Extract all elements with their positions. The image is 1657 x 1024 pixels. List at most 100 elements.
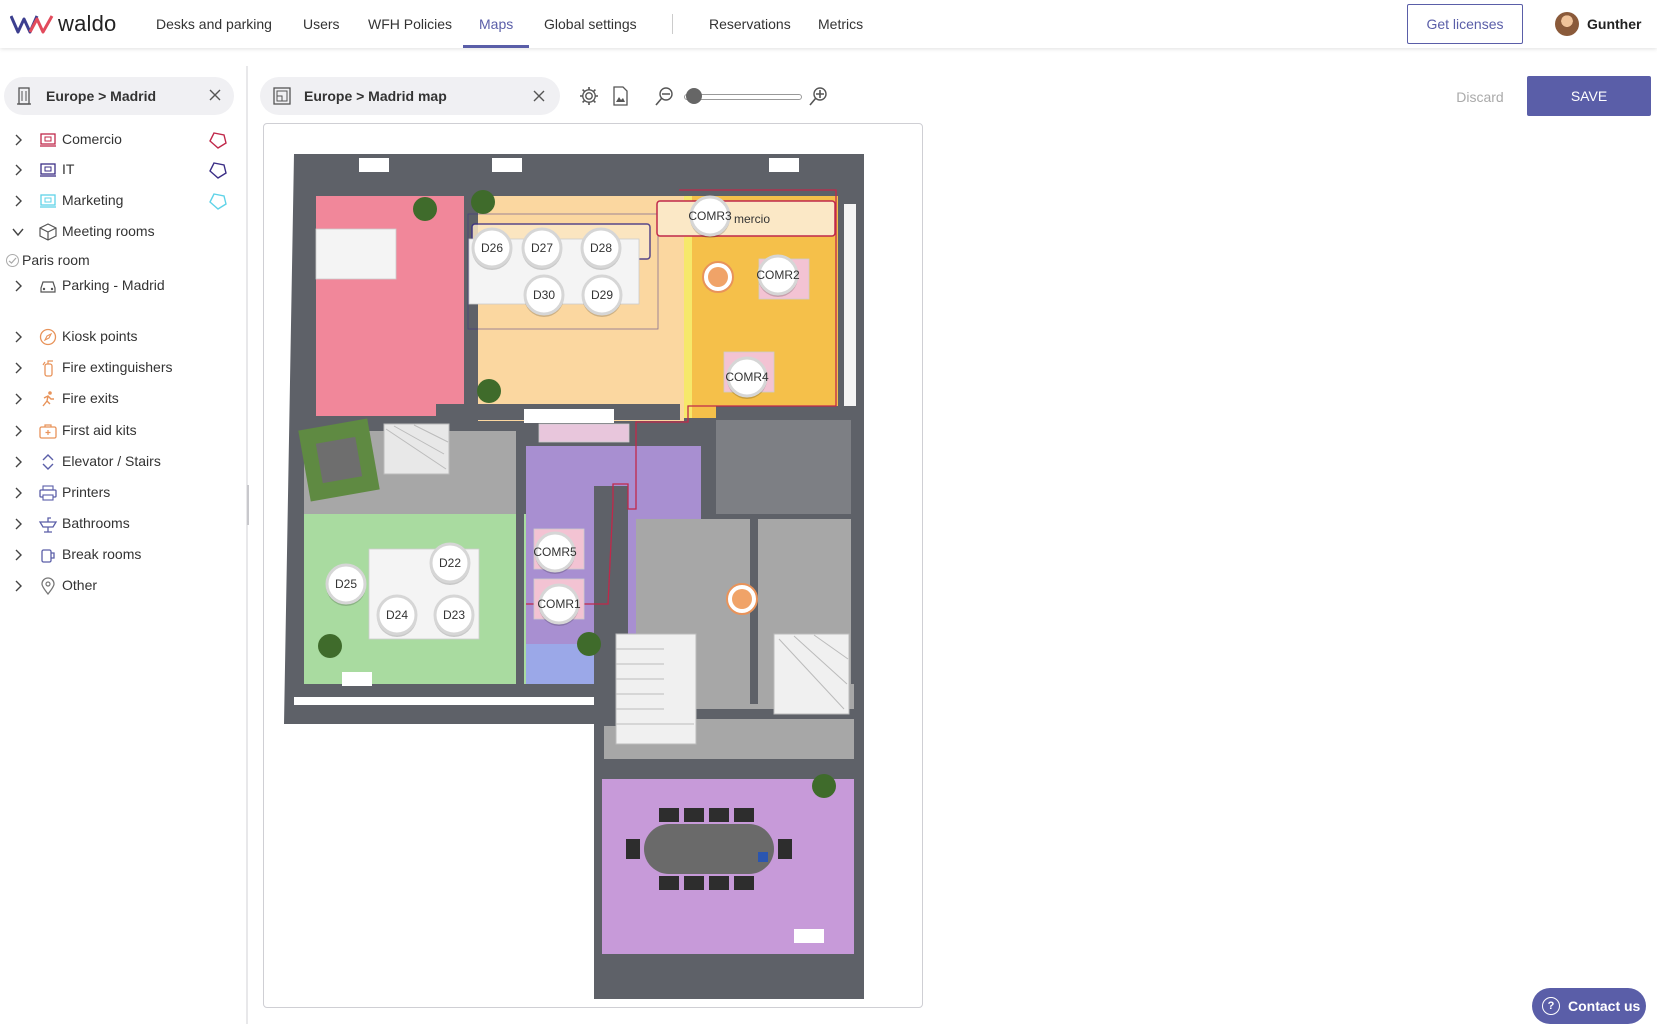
map-tab[interactable]: Europe > Madrid map bbox=[260, 77, 560, 115]
chevron-right-icon[interactable] bbox=[12, 393, 24, 405]
location-header[interactable]: Europe > Madrid bbox=[4, 77, 234, 115]
nav-divider bbox=[672, 14, 673, 34]
nav-wfh-policies[interactable]: WFH Policies bbox=[368, 0, 452, 48]
nav-metrics[interactable]: Metrics bbox=[818, 0, 863, 48]
cube-icon bbox=[39, 223, 57, 241]
running-icon bbox=[42, 391, 54, 407]
contact-us-button[interactable]: ? Contact us bbox=[1532, 988, 1646, 1024]
nav-maps[interactable]: Maps bbox=[479, 0, 513, 48]
get-licenses-button[interactable]: Get licenses bbox=[1407, 4, 1523, 44]
meeting-room-item[interactable]: Paris room bbox=[6, 250, 90, 270]
tree-item-printers[interactable]: Printers bbox=[0, 481, 235, 505]
desk-area-icon bbox=[40, 194, 56, 208]
tree-item-elevator-stairs[interactable]: Elevator / Stairs bbox=[0, 450, 235, 474]
meeting-room-label: COMR5 bbox=[533, 545, 577, 559]
floor-map-canvas[interactable]: mercio D26 D27 D28 D30 D29 D22 D25 D24 D… bbox=[263, 123, 923, 1008]
chevron-right-icon[interactable] bbox=[12, 134, 24, 146]
tree-item-kiosk-points[interactable]: Kiosk points bbox=[0, 325, 235, 349]
tree-item-marketing[interactable]: Marketing bbox=[0, 189, 235, 213]
close-icon[interactable] bbox=[532, 89, 546, 103]
discard-button[interactable]: Discard bbox=[1445, 85, 1515, 109]
kiosk-marker[interactable] bbox=[702, 261, 734, 293]
nav-users[interactable]: Users bbox=[303, 0, 340, 48]
desk-label: D26 bbox=[481, 241, 503, 255]
waldo-logo[interactable]: waldo bbox=[10, 10, 116, 38]
zoom-out-icon[interactable] bbox=[654, 85, 676, 107]
zone-polygon-icon[interactable] bbox=[209, 161, 227, 179]
desk-marker[interactable]: D24 bbox=[376, 594, 418, 637]
tree-item-parking[interactable]: Parking - Madrid bbox=[0, 274, 235, 298]
nav-global-settings[interactable]: Global settings bbox=[544, 0, 637, 48]
zone-polygon-icon[interactable] bbox=[209, 131, 227, 149]
zone-polygon-icon[interactable] bbox=[209, 192, 227, 210]
elevator-icon bbox=[42, 454, 54, 470]
zoom-in-icon[interactable] bbox=[808, 85, 830, 107]
stairs-center bbox=[615, 633, 697, 745]
user-name: Gunther bbox=[1587, 16, 1642, 32]
chevron-right-icon[interactable] bbox=[12, 280, 24, 292]
chevron-right-icon[interactable] bbox=[12, 456, 24, 468]
chevron-right-icon[interactable] bbox=[12, 549, 24, 561]
nav-reservations[interactable]: Reservations bbox=[709, 0, 791, 48]
map-layers-panel: Europe > Madrid Comercio IT Marketing Me… bbox=[0, 66, 240, 1024]
nav-active-indicator bbox=[463, 45, 529, 48]
user-menu[interactable]: Gunther bbox=[1555, 12, 1641, 36]
help-icon: ? bbox=[1542, 997, 1560, 1015]
avatar bbox=[1555, 12, 1579, 36]
chevron-right-icon[interactable] bbox=[12, 580, 24, 592]
tree-item-label: IT bbox=[62, 161, 75, 177]
tree-item-label: Comercio bbox=[62, 131, 122, 147]
tree-item-label: Printers bbox=[62, 484, 111, 500]
desk-marker[interactable]: D30 bbox=[523, 274, 565, 317]
chevron-right-icon[interactable] bbox=[12, 195, 24, 207]
tree-item-label: Other bbox=[62, 577, 98, 593]
pin-icon bbox=[41, 577, 55, 595]
comercio-zone-label: mercio bbox=[734, 212, 770, 226]
stairs-right bbox=[773, 633, 850, 715]
image-file-icon[interactable] bbox=[609, 85, 631, 107]
tree-item-bathrooms[interactable]: Bathrooms bbox=[0, 512, 235, 536]
desk-marker[interactable]: D22 bbox=[429, 542, 471, 585]
tree-item-label: Parking - Madrid bbox=[62, 277, 165, 293]
desk-marker[interactable]: D29 bbox=[581, 274, 623, 317]
splitter-grip[interactable] bbox=[247, 485, 249, 525]
close-icon[interactable] bbox=[208, 88, 222, 102]
desk-marker[interactable]: D28 bbox=[580, 227, 622, 270]
tree-item-fire-extinguishers[interactable]: Fire extinguishers bbox=[0, 356, 235, 380]
tree-item-it[interactable]: IT bbox=[0, 158, 235, 182]
chevron-right-icon[interactable] bbox=[12, 518, 24, 530]
tree-item-first-aid-kits[interactable]: First aid kits bbox=[0, 419, 235, 443]
chevron-right-icon[interactable] bbox=[12, 425, 24, 437]
chevron-right-icon[interactable] bbox=[12, 164, 24, 176]
desk-marker[interactable]: D23 bbox=[433, 594, 475, 637]
desk-marker[interactable]: D26 bbox=[471, 227, 513, 270]
tree-item-fire-exits[interactable]: Fire exits bbox=[0, 387, 235, 411]
nav-desks-and-parking[interactable]: Desks and parking bbox=[156, 0, 272, 48]
chevron-down-icon[interactable] bbox=[12, 226, 24, 238]
save-button[interactable]: SAVE bbox=[1527, 76, 1651, 116]
chevron-right-icon[interactable] bbox=[12, 487, 24, 499]
tree-item-other[interactable]: Other bbox=[0, 574, 235, 598]
desk-marker[interactable]: D27 bbox=[521, 227, 563, 270]
printer-icon bbox=[39, 485, 57, 501]
chevron-right-icon[interactable] bbox=[12, 331, 24, 343]
panel-splitter[interactable] bbox=[246, 66, 248, 1024]
tree-item-label: Bathrooms bbox=[62, 515, 130, 531]
first-aid-icon bbox=[39, 424, 57, 439]
tree-item-meeting-rooms[interactable]: Meeting rooms bbox=[0, 220, 235, 244]
tree-item-break-rooms[interactable]: Break rooms bbox=[0, 543, 235, 567]
meeting-room-label: COMR3 bbox=[688, 209, 732, 223]
zoom-slider-thumb[interactable] bbox=[686, 88, 702, 104]
kiosk-marker[interactable] bbox=[726, 583, 758, 615]
desk-label: D30 bbox=[533, 288, 555, 302]
map-icon bbox=[273, 87, 291, 105]
phone-booth bbox=[298, 418, 380, 502]
chevron-right-icon[interactable] bbox=[12, 362, 24, 374]
tree-item-comercio[interactable]: Comercio bbox=[0, 128, 235, 152]
floor-plan[interactable]: mercio D26 D27 D28D30 D29D22D25D24 D23 C… bbox=[264, 124, 923, 1008]
desk-area-icon bbox=[40, 133, 56, 147]
sink-icon bbox=[38, 517, 58, 533]
tree-item-label: Fire extinguishers bbox=[62, 359, 173, 375]
desk-marker[interactable]: D25 bbox=[325, 563, 367, 606]
gear-icon[interactable] bbox=[578, 85, 600, 107]
